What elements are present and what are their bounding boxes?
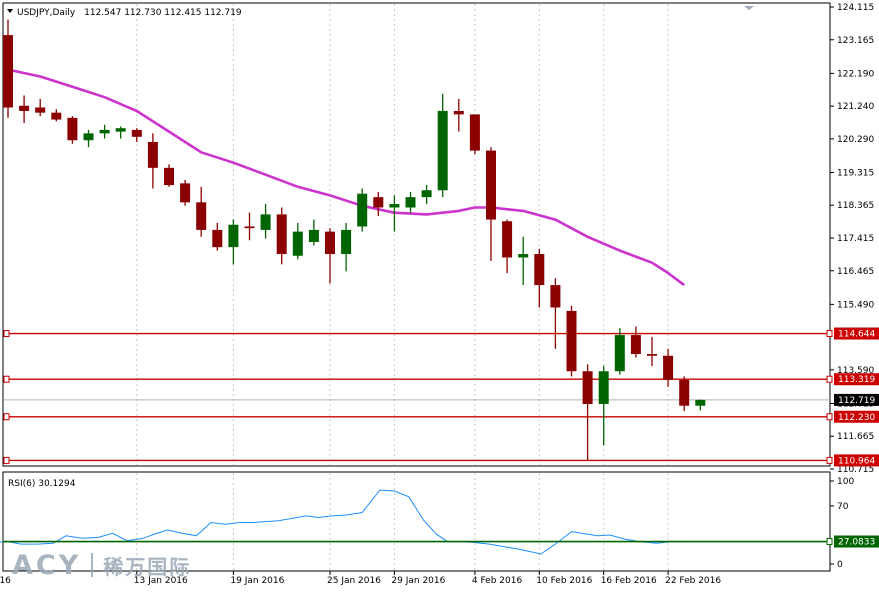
candle-body <box>647 354 657 356</box>
candle-body <box>679 379 690 406</box>
candle-body <box>502 221 513 258</box>
candle-body <box>630 335 641 355</box>
price-tick-label: 111.665 <box>837 432 874 442</box>
candle-body <box>228 224 239 248</box>
candle-body <box>99 129 110 134</box>
candle-body <box>212 229 223 248</box>
level-labels-layer: 114.644 113.319 112.230 110.964 112.719 <box>834 327 879 467</box>
candle-body <box>67 117 78 141</box>
candle-body <box>518 254 529 258</box>
candle-body <box>115 128 126 132</box>
price-tick-label: 123.165 <box>837 36 874 46</box>
date-tick-label: 16 Feb 2016 <box>601 576 657 586</box>
candle-body <box>405 197 416 208</box>
candle-body <box>325 231 335 255</box>
candle-body <box>373 197 384 208</box>
chart-symbol: USDJPY,Daily <box>17 8 76 18</box>
candle-body <box>196 202 207 230</box>
price-tick-label: 110.715 <box>837 465 874 475</box>
chart-window: 27.0833 124.115 123.165 122.190 121.240 120.… <box>0 0 879 590</box>
rsi-tick-label: 100 <box>837 477 854 487</box>
candle-body <box>695 399 706 406</box>
candle-body <box>19 105 30 111</box>
date-tick-label: 19 Jan 2016 <box>230 576 284 586</box>
price-tick-label: 120.290 <box>837 135 874 145</box>
price-tick-label: 119.315 <box>837 168 874 178</box>
date-tick-label: 10 Feb 2016 <box>536 576 592 586</box>
chart-header: USDJPY,Daily 112.547 112.730 112.415 112… <box>7 8 242 18</box>
date-tick-label: 016 <box>0 576 11 586</box>
watermark-chinese-name: 稀万国际 <box>103 554 192 579</box>
candle-body <box>147 141 158 168</box>
level-handle <box>3 330 10 338</box>
candle-body <box>582 371 593 405</box>
candle-body <box>614 335 625 372</box>
level-handle <box>826 413 833 421</box>
candle-body <box>534 254 545 286</box>
watermark-separator <box>91 553 94 577</box>
main-pane-frame <box>2 2 831 467</box>
candle-body <box>35 107 46 113</box>
candle-body <box>663 355 674 380</box>
date-tick-label: 29 Jan 2016 <box>391 576 445 586</box>
rsi-title: RSI(6) 30.1294 <box>8 479 76 489</box>
candle-body <box>341 229 352 255</box>
date-tick-label: 4 Feb 2016 <box>472 576 523 586</box>
candle-body <box>357 193 368 227</box>
watermark-logo: ACY 稀万国际 <box>12 548 191 582</box>
level-price-label: 112.230 <box>838 413 875 423</box>
price-tick-label: 124.115 <box>837 3 874 13</box>
candle-body <box>292 231 303 256</box>
price-tick-label: 121.240 <box>837 102 874 112</box>
candle-body <box>308 229 319 242</box>
candle-body <box>486 150 496 220</box>
candle-body <box>180 183 191 203</box>
candle-body <box>598 371 609 405</box>
price-chart: 27.0833 124.115 123.165 122.190 121.240 120.… <box>0 2 879 586</box>
svg-text:USDJPY,Daily 112.547 1: USDJPY,Daily 112.547 112.730 112.415 112… <box>17 8 242 18</box>
candle-body <box>164 167 174 186</box>
candle-body <box>51 112 62 120</box>
date-tick-label: 25 Jan 2016 <box>327 576 381 586</box>
candle-body <box>437 110 448 191</box>
candle-body <box>389 204 400 208</box>
candle-body <box>566 310 577 372</box>
level-price-label: 114.644 <box>838 330 875 340</box>
price-tick-label: 117.415 <box>837 234 874 244</box>
current-price-label: 112.719 <box>838 396 875 406</box>
level-price-label: 113.319 <box>838 375 875 385</box>
candle-body <box>550 285 561 308</box>
rsi-tick-label: 0 <box>837 560 843 570</box>
level-handle <box>3 375 10 383</box>
level-handle <box>826 375 833 383</box>
candle-body <box>260 214 271 230</box>
price-tick-label: 116.465 <box>837 267 874 277</box>
level-handle <box>826 330 833 338</box>
candle-body <box>3 35 13 108</box>
rsi-level-label: 27.0833 <box>838 538 875 548</box>
watermark-brand: ACY <box>12 549 82 581</box>
candle-body <box>276 214 287 255</box>
candle-body <box>83 133 94 141</box>
candle-body <box>421 190 432 198</box>
price-tick-label: 118.365 <box>837 201 874 211</box>
level-price-label: 110.964 <box>838 456 875 466</box>
candle-body <box>131 129 142 137</box>
level-handle <box>3 413 10 421</box>
rsi-level-handle <box>826 538 833 546</box>
price-tick-label: 115.490 <box>837 300 874 310</box>
price-tick-label: 122.190 <box>837 69 874 79</box>
chart-panes <box>2 2 831 572</box>
level-handle <box>826 456 833 464</box>
rsi-axis: 100 70 0 <box>830 477 854 570</box>
candle-body <box>244 226 255 229</box>
date-tick-label: 22 Feb 2016 <box>665 576 721 586</box>
candle-body <box>453 110 464 115</box>
level-handle <box>3 456 10 464</box>
candle-body <box>469 114 480 151</box>
rsi-tick-label: 70 <box>837 502 849 512</box>
chart-ohlc-values: 112.547 112.730 112.415 112.719 <box>84 8 242 18</box>
